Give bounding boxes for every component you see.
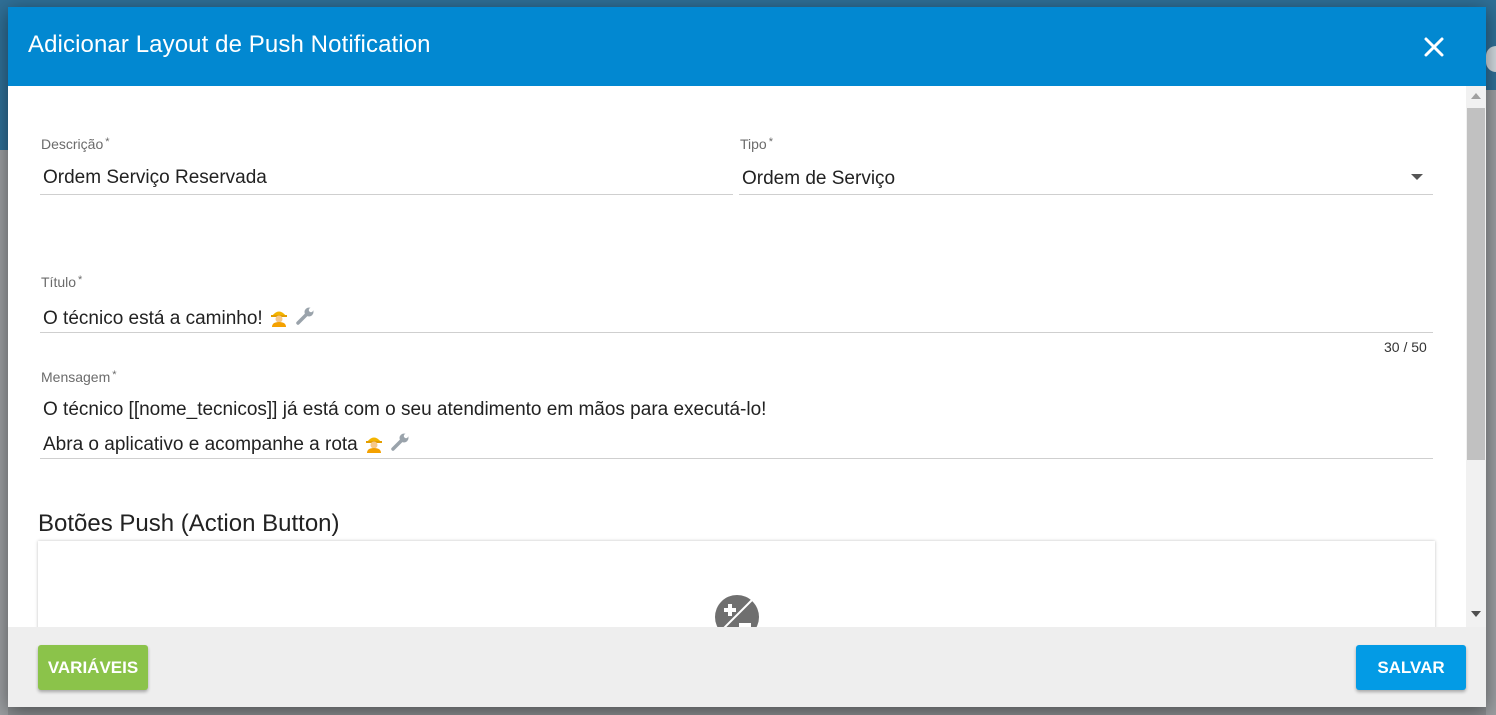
mensagem-line2-text: Abra o aplicativo e acompanhe a rota xyxy=(43,434,358,456)
dialog-content: Descrição * Ordem Serviço Reservada Tipo *… xyxy=(8,86,1486,627)
scroll-up-icon[interactable] xyxy=(1471,93,1481,99)
tipo-label: Tipo * xyxy=(740,136,773,152)
mensagem-textarea-line1[interactable]: O técnico [[nome_tecnicos]] já está com … xyxy=(43,399,766,421)
dropdown-caret-icon[interactable] xyxy=(1411,174,1423,180)
descricao-input[interactable]: Ordem Serviço Reservada xyxy=(43,167,267,189)
mensagem-textarea-line2[interactable]: Abra o aplicativo e acompanhe a rota xyxy=(43,431,410,459)
dialog-header: Adicionar Layout de Push Notification xyxy=(8,7,1486,86)
titulo-char-counter: 30 / 50 xyxy=(1384,339,1427,355)
dialog-title: Adicionar Layout de Push Notification xyxy=(28,31,431,58)
wrench-icon xyxy=(390,432,410,458)
background-app-right xyxy=(1486,90,1496,715)
descricao-label: Descrição * xyxy=(41,136,110,152)
titulo-label: Título * xyxy=(41,274,83,290)
scrollbar-thumb[interactable] xyxy=(1467,108,1485,460)
variables-button[interactable]: VARIÁVEIS xyxy=(38,645,148,690)
mensagem-underline xyxy=(40,458,1433,459)
add-remove-circle-icon[interactable] xyxy=(714,594,760,627)
close-icon[interactable] xyxy=(1418,31,1450,63)
scroll-down-icon[interactable] xyxy=(1471,611,1481,617)
construction-worker-icon xyxy=(269,305,289,333)
dialog-footer: VARIÁVEIS SALVAR xyxy=(8,627,1486,707)
tipo-underline xyxy=(739,194,1433,195)
save-button[interactable]: SALVAR xyxy=(1356,645,1466,690)
descricao-underline xyxy=(40,194,733,195)
mensagem-label: Mensagem * xyxy=(41,369,117,385)
tipo-select[interactable]: Ordem de Serviço xyxy=(742,168,895,190)
wrench-icon xyxy=(295,306,315,332)
titulo-underline xyxy=(40,332,1433,333)
action-buttons-panel xyxy=(38,541,1435,627)
push-layout-dialog: Adicionar Layout de Push Notification De… xyxy=(8,7,1486,707)
action-buttons-title: Botões Push (Action Button) xyxy=(38,510,340,537)
background-add-button xyxy=(1486,46,1496,72)
titulo-text: O técnico está a caminho! xyxy=(43,308,263,330)
construction-worker-icon xyxy=(364,431,384,459)
background-app-left xyxy=(0,150,8,715)
titulo-input[interactable]: O técnico está a caminho! xyxy=(43,305,315,333)
